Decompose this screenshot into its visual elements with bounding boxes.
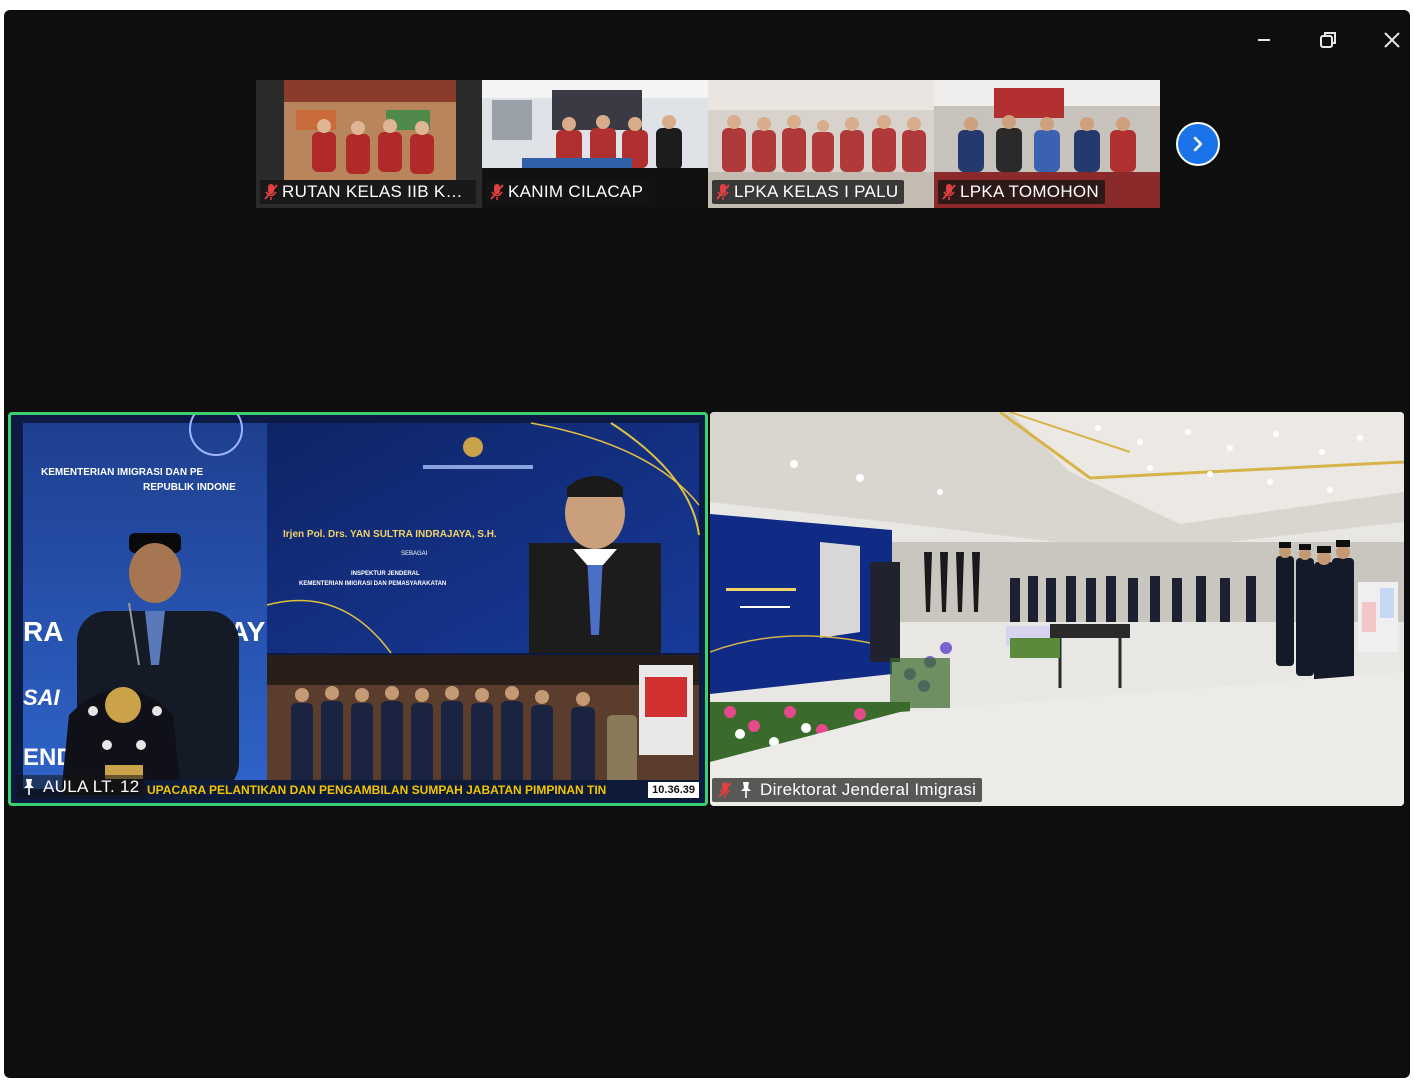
slide-position-line1: INSPEKTUR JENDERAL: [351, 571, 420, 577]
minimize-button[interactable]: [1246, 26, 1282, 54]
mic-off-icon: [716, 184, 730, 200]
mic-off-icon: [942, 184, 956, 200]
participant-name-bar: KANIM CILACAP: [486, 180, 650, 204]
pin-icon: [24, 779, 34, 795]
mic-off-icon: [264, 184, 278, 200]
main-video-tile-direktorat[interactable]: Direktorat Jenderal Imigrasi: [710, 412, 1404, 806]
news-ticker: UPACARA PELANTIKAN DAN PENGAMBILAN SUMPA…: [141, 780, 701, 800]
participant-name: RUTAN KELAS IIB KU...: [282, 182, 470, 201]
pin-icon: [741, 782, 751, 798]
slide-name: Irjen Pol. Drs. YAN SULTRA INDRAJAYA, S.…: [283, 529, 497, 540]
tile-name: Direktorat Jenderal Imigrasi: [760, 780, 977, 799]
svg-text:SAI: SAI: [23, 685, 61, 710]
participants-strip: RUTAN KELAS IIB KU... KANIM CILACAP LPKA…: [256, 80, 1160, 208]
participant-thumbnail-active-speaker[interactable]: LPKA KELAS I PALU: [708, 80, 934, 208]
minimize-icon: [1258, 39, 1270, 41]
main-video-tile-aula[interactable]: KEMENTERIAN IMIGRASI DAN PE REPUBLIK IND…: [8, 412, 708, 806]
hall-video: [710, 412, 1404, 806]
mic-off-icon: [718, 782, 732, 798]
broadcast-video: KEMENTERIAN IMIGRASI DAN PE REPUBLIK IND…: [11, 415, 705, 803]
screen-heading-line2: REPUBLIK INDONE: [143, 482, 236, 493]
participant-name-bar: LPKA TOMOHON: [938, 180, 1106, 204]
tile-name-bar: AULA LT. 12: [15, 775, 146, 799]
ticker-clock: 10.36.39: [648, 782, 699, 798]
close-button[interactable]: [1374, 26, 1410, 54]
participant-name-bar: LPKA KELAS I PALU: [712, 180, 905, 204]
tile-name-bar: Direktorat Jenderal Imigrasi: [712, 778, 983, 802]
chevron-right-icon: [1193, 136, 1203, 152]
participant-thumbnail[interactable]: LPKA TOMOHON: [934, 80, 1160, 208]
slide-position-line2: KEMENTERIAN IMIGRASI DAN PEMASYARAKATAN: [299, 581, 446, 587]
participant-name-bar: RUTAN KELAS IIB KU...: [260, 180, 476, 204]
restore-icon: [1320, 32, 1336, 48]
slide-sebagai: SEBAGAI: [401, 551, 428, 557]
restore-button[interactable]: [1310, 26, 1346, 54]
participant-thumbnail[interactable]: KANIM CILACAP: [482, 80, 708, 208]
svg-text:RA: RA: [23, 616, 63, 647]
screen-heading-line1: KEMENTERIAN IMIGRASI DAN PE: [41, 467, 204, 478]
participant-name: KANIM CILACAP: [508, 182, 644, 201]
ticker-text: UPACARA PELANTIKAN DAN PENGAMBILAN SUMPA…: [147, 783, 607, 797]
participant-name: LPKA KELAS I PALU: [734, 182, 899, 201]
meeting-window: RUTAN KELAS IIB KU... KANIM CILACAP LPKA…: [4, 10, 1410, 1078]
participant-name: LPKA TOMOHON: [960, 182, 1100, 201]
close-icon: [1384, 32, 1400, 48]
next-page-button[interactable]: [1176, 122, 1220, 166]
participant-thumbnail[interactable]: RUTAN KELAS IIB KU...: [256, 80, 482, 208]
mic-off-icon: [490, 184, 504, 200]
tile-name: AULA LT. 12: [43, 777, 140, 796]
